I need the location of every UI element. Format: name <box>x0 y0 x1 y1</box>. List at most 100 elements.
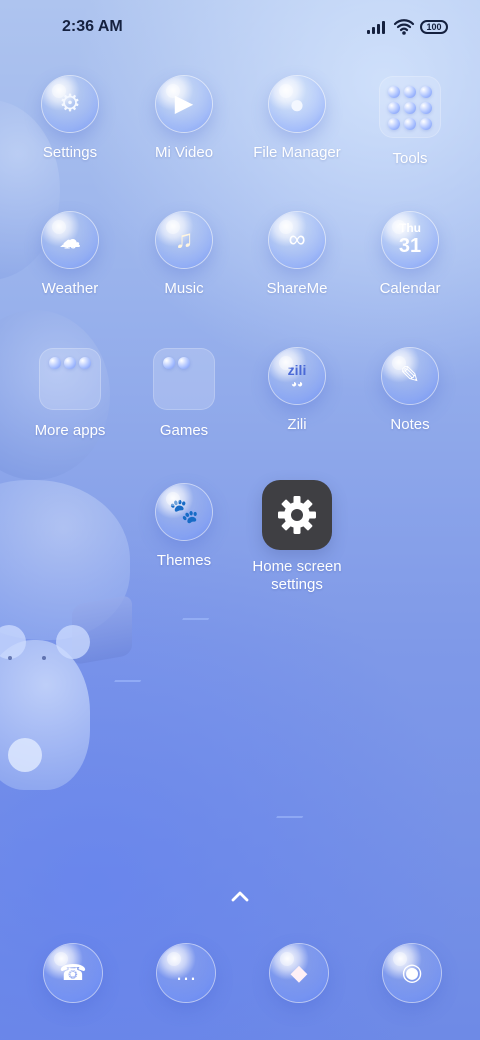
battery-level: 100 <box>426 22 442 32</box>
battery-icon: 100 <box>420 20 448 34</box>
music-note-icon: ♫ <box>174 225 194 254</box>
app-zili[interactable]: zili ◕◕ Zili <box>237 348 357 434</box>
mini-app-icon <box>404 118 416 130</box>
background-bench <box>72 594 132 666</box>
dock-app-camera[interactable]: ◉ <box>381 944 443 1006</box>
dock: ☎ … ◆ ◉ <box>0 944 480 1008</box>
sphere-icon: ● <box>289 89 305 119</box>
app-label: Zili <box>287 416 307 433</box>
app-tools-folder[interactable]: Tools <box>350 76 470 168</box>
mini-app-icon <box>79 357 91 369</box>
games-folder-icon <box>153 348 215 410</box>
app-games-folder[interactable]: Games <box>124 348 244 440</box>
app-label: More apps <box>34 422 106 439</box>
app-label: Home screen settings <box>237 558 357 594</box>
mini-app-icon <box>388 86 400 98</box>
app-label: Weather <box>41 280 99 297</box>
dock-app-phone[interactable]: ☎ <box>42 944 104 1006</box>
bear-eye-right <box>42 656 46 660</box>
bear-paw <box>8 738 42 772</box>
notes-icon: ✎ <box>382 348 438 404</box>
messages-icon: … <box>157 944 215 1002</box>
browser-icon: ◆ <box>270 944 328 1002</box>
home-screen-settings-shortcut[interactable]: Home screen settings <box>237 480 357 594</box>
bear-ear-left <box>0 625 26 659</box>
themes-icon: 🐾 <box>156 484 212 540</box>
app-calendar[interactable]: Thu 31 Calendar <box>350 212 470 298</box>
chevron-up-icon[interactable] <box>227 884 253 910</box>
phone-glyph-icon: ☎ <box>59 960 87 985</box>
signal-icon <box>367 19 389 34</box>
settings-glyph-icon: ⚙ <box>59 90 81 117</box>
bear-eye-left <box>8 656 12 660</box>
app-themes[interactable]: 🐾 Themes <box>124 484 244 570</box>
app-music[interactable]: ♫ Music <box>124 212 244 298</box>
bear-ear-right <box>56 625 90 659</box>
app-more-apps-folder[interactable]: More apps <box>10 348 130 440</box>
mi-video-icon: ▶ <box>156 76 212 132</box>
status-time: 2:36 AM <box>62 18 123 35</box>
signal-bar <box>372 27 375 34</box>
face-icon: ◕◕ <box>290 378 304 390</box>
play-icon: ▶ <box>174 90 194 117</box>
calendar-day: Thu <box>399 221 421 235</box>
status-bar: 2:36 AM 100 <box>0 0 480 56</box>
mini-app-icon <box>49 357 61 369</box>
app-label: Themes <box>156 552 212 569</box>
signal-bar <box>377 24 380 34</box>
mini-app-icon <box>64 357 76 369</box>
mini-app-icon <box>178 357 190 369</box>
app-label: Music <box>164 280 204 297</box>
app-label: Tools <box>392 150 428 167</box>
mini-app-icon <box>420 102 432 114</box>
bear-illustration <box>0 640 90 790</box>
chat-bubble-icon: … <box>175 960 197 985</box>
camera-lens-icon: ◉ <box>401 959 423 986</box>
app-label: Calendar <box>379 280 441 297</box>
app-weather[interactable]: ☁ 16 Weather <box>10 212 130 298</box>
home-screen: 2:36 AM 100 ⚙ Settings ▶ Mi Video ● File… <box>0 0 480 1040</box>
app-label: Mi Video <box>154 144 214 161</box>
more-apps-folder-icon <box>39 348 101 410</box>
grass-tuft <box>276 796 314 818</box>
mini-app-icon <box>420 118 432 130</box>
signal-bar <box>367 30 370 34</box>
file-manager-icon: ● <box>269 76 325 132</box>
mini-app-icon <box>404 102 416 114</box>
background-hill <box>0 480 130 640</box>
app-label-line: settings <box>271 576 323 593</box>
infinity-icon: ∞ <box>288 226 306 253</box>
grass-tuft <box>114 660 152 682</box>
mini-app-icon <box>420 86 432 98</box>
home-screen-settings-icon <box>262 480 332 550</box>
app-notes[interactable]: ✎ Notes <box>350 348 470 434</box>
camera-icon: ◉ <box>383 944 441 1002</box>
app-label: Games <box>159 422 209 439</box>
zili-icon: zili ◕◕ <box>269 348 325 404</box>
zili-icon-text: zili <box>287 362 307 379</box>
feather-icon: ✎ <box>399 362 421 389</box>
dock-app-browser[interactable]: ◆ <box>268 944 330 1006</box>
paw-icon: 🐾 <box>169 498 199 525</box>
app-label: Settings <box>42 144 98 161</box>
app-settings[interactable]: ⚙ Settings <box>10 76 130 162</box>
mini-app-icon <box>163 357 175 369</box>
grass-tuft <box>182 598 220 620</box>
calendar-date: 31 <box>398 235 422 257</box>
app-label: File Manager <box>253 144 341 161</box>
gear-icon <box>278 496 316 534</box>
mini-app-icon <box>388 102 400 114</box>
wifi-icon <box>393 19 415 35</box>
tools-folder-icon <box>379 76 441 138</box>
app-file-manager[interactable]: ● File Manager <box>237 76 357 162</box>
music-icon: ♫ <box>156 212 212 268</box>
signal-bar <box>382 21 385 34</box>
shareme-icon: ∞ <box>269 212 325 268</box>
mini-app-icon <box>404 86 416 98</box>
settings-icon: ⚙ <box>42 76 98 132</box>
dock-app-messages[interactable]: … <box>155 944 217 1006</box>
app-mi-video[interactable]: ▶ Mi Video <box>124 76 244 162</box>
browser-glyph-icon: ◆ <box>290 960 308 985</box>
app-shareme[interactable]: ∞ ShareMe <box>237 212 357 298</box>
app-label: Notes <box>390 416 430 433</box>
